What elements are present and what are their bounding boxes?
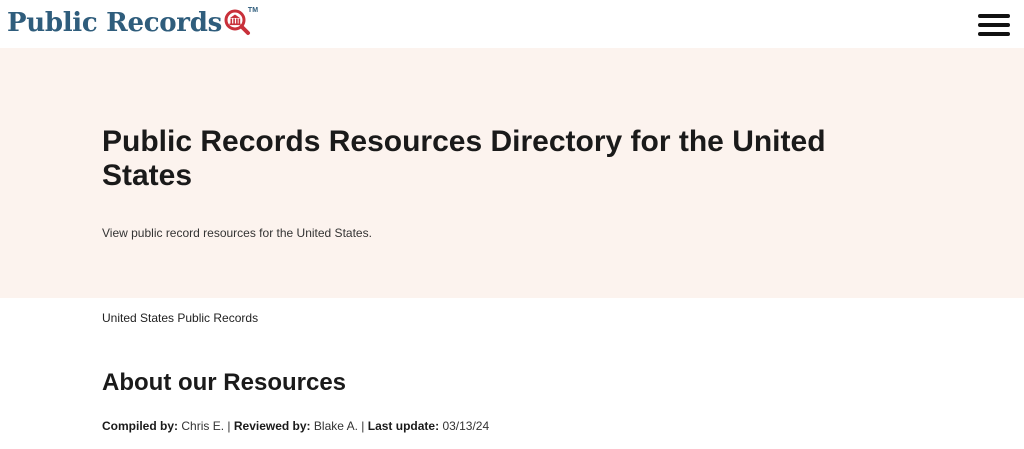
section-title-about: About our Resources bbox=[102, 369, 347, 396]
last-update-value: 03/13/24 bbox=[442, 419, 490, 433]
credits-line: Compiled by: Chris E. | Reviewed by: Bla… bbox=[102, 419, 489, 433]
hero-banner: Public Records Resources Directory for t… bbox=[0, 48, 1024, 298]
trademark-mark: TM bbox=[247, 7, 259, 14]
magnifier-courthouse-icon: TM bbox=[223, 7, 258, 38]
reviewed-by-value: Blake A. bbox=[313, 419, 358, 433]
compiled-by-value: Chris E. bbox=[181, 419, 225, 433]
page-title: Public Records Resources Directory for t… bbox=[102, 125, 826, 192]
hamburger-menu-icon[interactable] bbox=[978, 12, 1010, 38]
site-logo[interactable]: Public Records TM bbox=[7, 6, 258, 40]
page-subtitle: View public record resources for the Uni… bbox=[102, 226, 372, 240]
breadcrumb[interactable]: United States Public Records bbox=[102, 311, 258, 325]
logo-text: Public Records bbox=[7, 8, 222, 38]
last-update-label: Last update: bbox=[367, 419, 440, 433]
credits-separator: | bbox=[361, 419, 365, 433]
credits-separator: | bbox=[227, 419, 231, 433]
site-header: Public Records TM bbox=[0, 0, 1024, 48]
compiled-by-label: Compiled by: bbox=[102, 419, 179, 433]
reviewed-by-label: Reviewed by: bbox=[233, 419, 311, 433]
